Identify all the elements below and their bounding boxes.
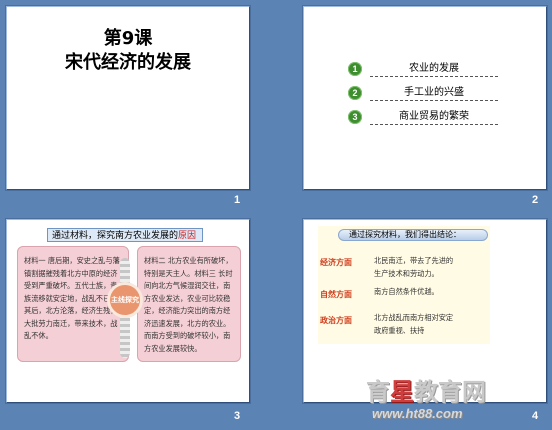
slide-1-canvas: 第9课 宋代经济的发展 <box>7 7 249 189</box>
toc-item-label: 商业贸易的繁荣 <box>370 110 498 125</box>
slide-3-header: 通过材料，探究南方农业发展的原因 <box>47 228 203 242</box>
slide-3-canvas: 通过材料，探究南方农业发展的原因 材料一 唐后期，安史之乱与藩镇割据摧残着北方中… <box>7 220 249 402</box>
aspect-text-line: 政府重视、扶持 <box>374 326 425 335</box>
center-topic-circle: 主线探究 <box>107 282 143 318</box>
slide-1-title: 第9课 宋代经济的发展 <box>7 27 249 75</box>
material-text-left: 材料一 唐后期，安史之乱与藩镇割据摧残着北方中原的经济受到严重破坏。五代士族，贵… <box>24 256 120 340</box>
aspect-text-line: 生产技术和劳动力。 <box>374 269 439 278</box>
toc-item-3: 3 商业贸易的繁荣 <box>348 110 498 126</box>
toc-item-1: 1 农业的发展 <box>348 62 498 78</box>
slide-3-header-text: 通过材料，探究南方农业发展的 <box>52 231 179 241</box>
slide-thumbnail-3[interactable]: 通过材料，探究南方农业发展的原因 材料一 唐后期，安史之乱与藩镇割据摧残着北方中… <box>6 219 250 403</box>
material-text-right: 材料二 北方农业有所破坏，特别是天主人。材料三 长时间向北方气候湿润交往，南方农… <box>144 256 233 353</box>
slide-thumbnail-1[interactable]: 第9课 宋代经济的发展 <box>6 6 250 190</box>
slide-1-title-line1: 第9课 <box>103 28 153 49</box>
slide-3-header-highlight: 原因 <box>178 231 197 241</box>
center-topic-label: 主线探究 <box>111 295 139 304</box>
site-watermark-logo: 育星教育网 www.ht88.com <box>366 372 546 428</box>
aspect-text-economy: 北民南迁，带去了先进的 生产技术和劳动力。 <box>374 254 453 280</box>
watermark-url: www.ht88.com <box>372 406 463 421</box>
watermark-title: 育星教育网 <box>366 372 486 407</box>
toc-item-2: 2 手工业的兴盛 <box>348 86 498 102</box>
aspect-label-nature: 自然方面 <box>320 290 352 299</box>
slide-2-canvas: 1 农业的发展 2 手工业的兴盛 3 商业贸易的繁荣 <box>304 7 546 189</box>
aspect-label-politics: 政治方面 <box>320 316 352 325</box>
slide-thumbnail-2[interactable]: 1 农业的发展 2 手工业的兴盛 3 商业贸易的繁荣 <box>303 6 547 190</box>
toc-item-label: 手工业的兴盛 <box>370 86 498 101</box>
watermark-prefix: 育 <box>366 378 390 406</box>
aspect-text-line: 北方战乱而南方相对安定 <box>374 313 454 322</box>
slide-1-title-line2: 宋代经济的发展 <box>65 52 191 73</box>
material-box-right: 材料二 北方农业有所破坏，特别是天主人。材料三 长时间向北方气候湿润交往，南方农… <box>137 246 241 362</box>
aspect-text-politics: 北方战乱而南方相对安定 政府重视、扶持 <box>374 311 453 337</box>
slide-number-1: 1 <box>234 194 241 206</box>
aspect-label-economy: 经济方面 <box>320 258 352 267</box>
number-badge-icon: 3 <box>348 110 362 124</box>
aspect-text-nature: 南方自然条件优越。 <box>374 285 439 298</box>
watermark-star: 星 <box>390 378 414 406</box>
aspect-text-line: 北民南迁，带去了先进的 <box>374 256 454 265</box>
watermark-suffix: 教育网 <box>414 378 486 406</box>
aspect-text-line: 南方自然条件优越。 <box>374 287 439 296</box>
number-badge-icon: 2 <box>348 86 362 100</box>
toc-item-label: 农业的发展 <box>370 62 498 77</box>
slide-number-2: 2 <box>532 194 539 206</box>
conclusion-header: 通过探究材料，我们得出结论： <box>338 229 488 241</box>
slide-number-3: 3 <box>234 410 241 422</box>
number-badge-icon: 1 <box>348 62 362 76</box>
